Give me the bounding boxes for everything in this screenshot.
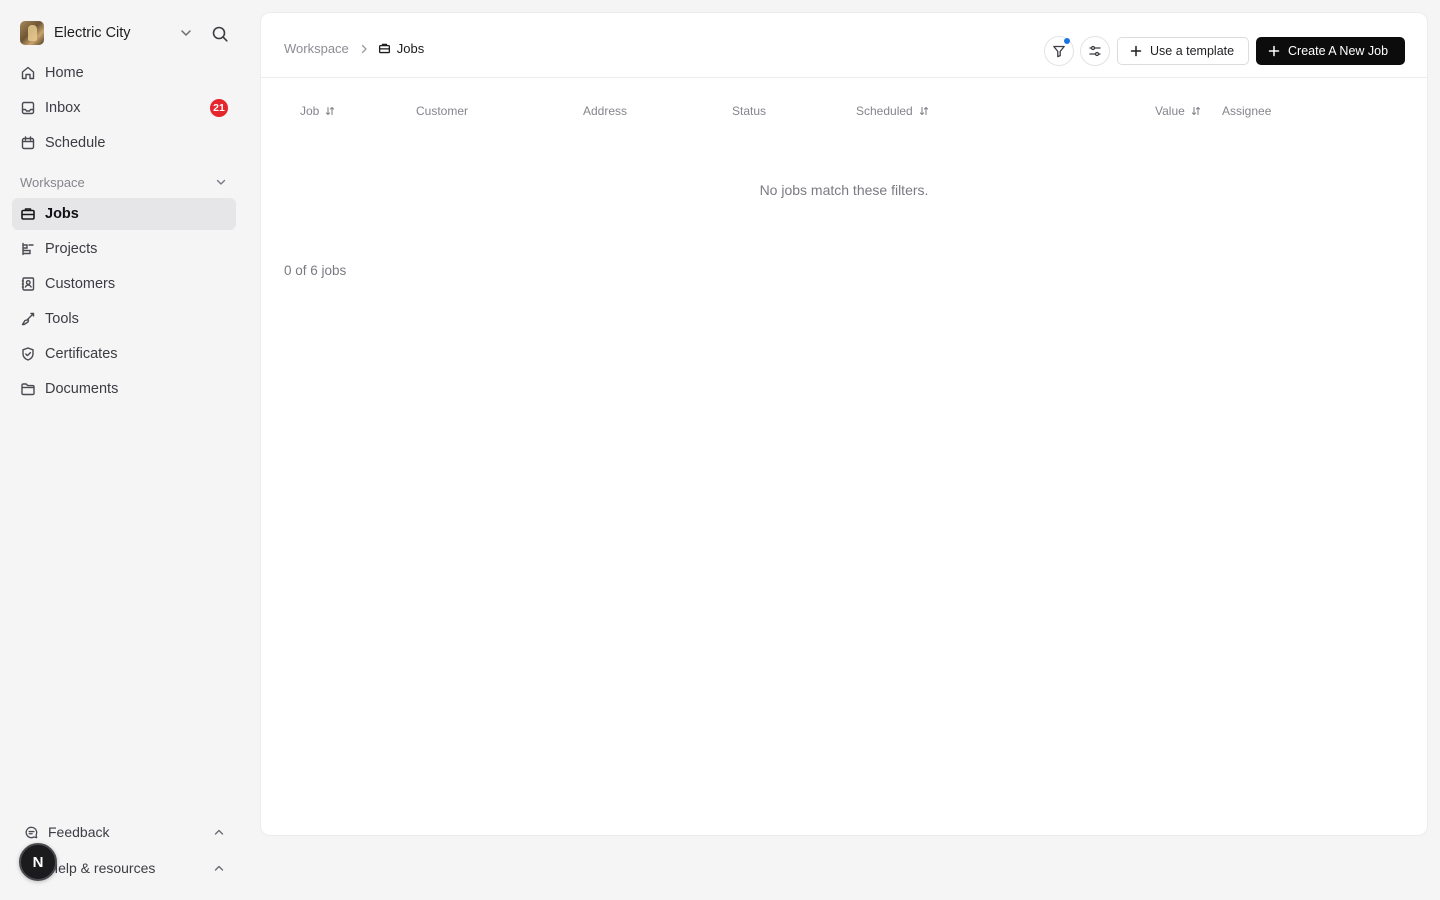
sort-icon	[919, 106, 928, 116]
empty-state-message: No jobs match these filters.	[759, 182, 929, 198]
sidebar: Electric City Home Inbox 21 Schedule Wor…	[0, 0, 248, 900]
main-panel: Workspace Jobs Use a template Create A N…	[260, 12, 1428, 836]
section-label: Workspace	[20, 174, 85, 190]
column-header-job[interactable]: Job	[300, 104, 335, 118]
projects-icon	[22, 242, 34, 256]
sidebar-item-label: Inbox	[45, 100, 81, 116]
workspace-switcher[interactable]: Electric City	[20, 21, 200, 45]
column-label: Assignee	[1222, 104, 1272, 118]
sidebar-item-label: Projects	[45, 241, 98, 257]
column-label: Scheduled	[856, 104, 913, 118]
inbox-count-badge: 21	[210, 99, 228, 117]
sidebar-item-label: Home	[45, 65, 84, 81]
breadcrumb-workspace-link[interactable]: Workspace	[284, 41, 349, 56]
active-filter-indicator	[1064, 38, 1070, 44]
column-header-customer[interactable]: Customer	[416, 104, 468, 118]
filter-icon	[1053, 45, 1065, 58]
breadcrumb: Workspace Jobs	[284, 41, 424, 56]
column-header-status[interactable]: Status	[732, 104, 766, 118]
feedback-label: Feedback	[48, 824, 110, 840]
sidebar-item-label: Documents	[45, 381, 119, 397]
feedback-menu[interactable]: Feedback	[20, 820, 230, 844]
chat-bubble-icon	[25, 826, 38, 838]
tool-icon	[21, 312, 35, 326]
sidebar-item-label: Schedule	[45, 135, 106, 151]
sidebar-item-label: Jobs	[45, 206, 79, 222]
shield-check-icon	[22, 347, 34, 361]
sidebar-item-label: Tools	[45, 311, 79, 327]
view-settings-button[interactable]	[1080, 36, 1110, 66]
sidebar-item-schedule[interactable]: Schedule	[12, 127, 236, 159]
column-header-address[interactable]: Address	[583, 104, 627, 118]
create-job-button[interactable]: Create A New Job	[1256, 37, 1405, 65]
column-label: Customer	[416, 104, 469, 118]
use-template-label: Use a template	[1150, 44, 1235, 58]
sidebar-item-label: Customers	[45, 276, 116, 292]
inbox-icon	[21, 101, 35, 115]
sidebar-item-home[interactable]: Home	[12, 57, 236, 89]
page-header: Workspace Jobs Use a template Create A N…	[261, 13, 1427, 78]
folder-icon	[21, 383, 35, 396]
sidebar-item-customers[interactable]: Customers	[12, 268, 236, 300]
workspace-name: Electric City	[54, 25, 131, 41]
briefcase-icon	[378, 43, 390, 54]
column-header-scheduled[interactable]: Scheduled	[856, 104, 929, 118]
workspace-section-toggle[interactable]: Workspace	[20, 172, 230, 192]
chevron-right-icon	[361, 44, 367, 53]
plus-icon	[1268, 45, 1280, 57]
plus-icon	[1130, 45, 1142, 57]
use-template-button[interactable]: Use a template	[1117, 37, 1249, 65]
help-label: Help & resources	[48, 860, 156, 876]
column-label: Value	[1155, 104, 1185, 118]
sidebar-item-projects[interactable]: Projects	[12, 233, 236, 265]
create-job-label: Create A New Job	[1288, 44, 1389, 58]
briefcase-icon	[21, 208, 35, 220]
sidebar-item-jobs[interactable]: Jobs	[12, 198, 236, 230]
sort-icon	[326, 106, 335, 116]
chevron-up-icon	[214, 829, 224, 835]
search-icon[interactable]	[211, 25, 229, 43]
calendar-icon	[21, 136, 35, 150]
column-label: Address	[583, 104, 628, 118]
sidebar-item-certificates[interactable]: Certificates	[12, 338, 236, 370]
workspace-avatar	[20, 21, 44, 45]
breadcrumb-current: Jobs	[396, 41, 425, 56]
sidebar-item-documents[interactable]: Documents	[12, 373, 236, 405]
contacts-icon	[21, 277, 35, 291]
sort-icon	[1191, 106, 1200, 116]
sliders-icon	[1089, 45, 1101, 57]
user-avatar-button[interactable]: N	[19, 843, 57, 881]
column-header-value[interactable]: Value	[1155, 104, 1201, 118]
sidebar-item-tools[interactable]: Tools	[12, 303, 236, 335]
chevron-down-icon	[181, 30, 191, 36]
column-label: Status	[732, 104, 767, 118]
sidebar-item-inbox[interactable]: Inbox 21	[12, 92, 236, 124]
column-label: Job	[300, 104, 320, 118]
column-header-assignee[interactable]: Assignee	[1222, 104, 1271, 118]
results-count: 0 of 6 jobs	[284, 263, 347, 278]
filter-button[interactable]	[1044, 36, 1074, 66]
home-icon	[21, 66, 35, 80]
chevron-up-icon	[214, 865, 224, 871]
chevron-down-icon	[216, 179, 226, 185]
sidebar-item-label: Certificates	[45, 346, 118, 362]
